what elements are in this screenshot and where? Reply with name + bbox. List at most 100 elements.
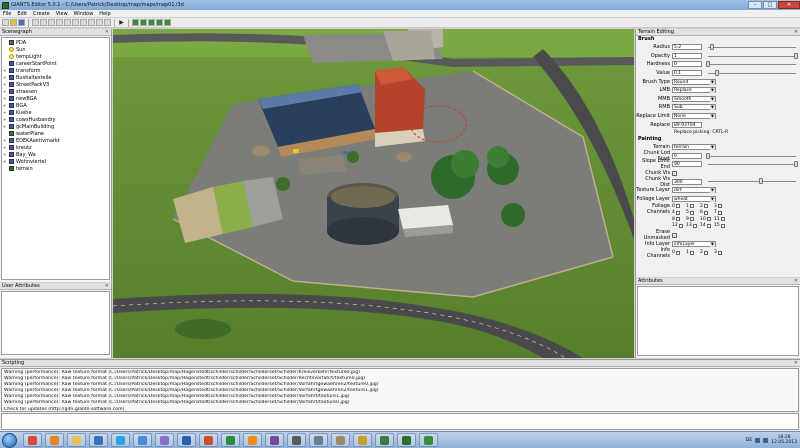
terrain-sculpt-icon[interactable] <box>132 19 139 26</box>
close-icon[interactable]: ✕ <box>794 278 800 284</box>
hardness-slider-knob[interactable] <box>706 61 710 68</box>
taskbar-app-button[interactable] <box>199 433 218 447</box>
scenegraph-item[interactable]: + Kuehe <box>2 109 109 116</box>
menu-window[interactable]: Window <box>71 11 97 17</box>
replace-input[interactable]: 89.93704 <box>672 121 702 128</box>
scale-icon[interactable] <box>104 19 111 26</box>
taskbar-app-button[interactable] <box>331 433 350 447</box>
channel-option[interactable]: 3 <box>714 249 728 256</box>
taskbar-app-button[interactable] <box>375 433 394 447</box>
value-slider[interactable] <box>708 69 796 76</box>
foliage-layer-select[interactable]: wheat <box>672 195 716 202</box>
radius-slider[interactable] <box>708 44 796 50</box>
menu-view[interactable]: View <box>53 11 71 17</box>
radius-slider-knob[interactable] <box>710 44 715 50</box>
channel-checkbox[interactable] <box>706 223 711 228</box>
minimize-button[interactable]: – <box>748 1 762 9</box>
volume-icon[interactable] <box>763 437 769 443</box>
scenegraph-item[interactable]: + BGA <box>2 102 109 109</box>
paste-icon[interactable] <box>64 19 71 26</box>
channel-checkbox[interactable] <box>689 210 694 215</box>
expand-icon[interactable]: + <box>3 68 8 73</box>
channel-checkbox[interactable] <box>717 250 722 255</box>
expand-icon[interactable]: + <box>3 82 8 87</box>
channel-checkbox[interactable] <box>720 217 725 222</box>
close-icon[interactable]: ✕ <box>105 283 111 289</box>
expand-icon[interactable]: + <box>3 138 8 143</box>
save-icon[interactable] <box>18 19 25 26</box>
delete-icon[interactable] <box>72 19 79 26</box>
expand-icon[interactable]: + <box>3 152 8 157</box>
channel-option[interactable]: 15 <box>714 223 728 230</box>
chunk-lod-start-input[interactable]: 0 <box>672 152 702 159</box>
network-icon[interactable] <box>755 437 761 443</box>
move-icon[interactable] <box>88 19 95 26</box>
menu-edit[interactable]: Edit <box>14 11 30 17</box>
close-icon[interactable]: ✕ <box>794 360 800 366</box>
info-layer-paint-icon[interactable] <box>164 19 171 26</box>
3d-viewport[interactable] <box>113 29 634 358</box>
lmb-select[interactable]: Replace <box>672 87 716 94</box>
maximize-button[interactable]: □ <box>763 1 777 9</box>
expand-icon[interactable]: + <box>3 145 8 150</box>
scenegraph-item[interactable]: waterPlane <box>2 130 109 137</box>
channel-option[interactable]: 1 <box>686 249 700 256</box>
channel-option[interactable]: 13 <box>686 223 700 230</box>
new-file-icon[interactable] <box>2 19 9 26</box>
taskbar-app-button[interactable] <box>177 433 196 447</box>
terrain-select[interactable]: terrain <box>672 144 716 151</box>
taskbar-app-button[interactable] <box>287 433 306 447</box>
expand-icon[interactable]: + <box>3 117 8 122</box>
select-icon[interactable] <box>80 19 87 26</box>
channel-option[interactable]: 2 <box>700 249 714 256</box>
channel-option[interactable]: 0 <box>672 249 686 256</box>
value-input[interactable]: 0.1 <box>672 70 702 77</box>
taskbar-app-button[interactable] <box>221 433 240 447</box>
scenegraph-item[interactable]: + Wohnviertel <box>2 158 109 165</box>
expand-icon[interactable]: + <box>3 159 8 164</box>
taskbar-app-button[interactable] <box>23 433 42 447</box>
close-button[interactable]: ✕ <box>778 1 800 9</box>
chunk-vis-checkbox[interactable]: ✓ <box>672 170 677 176</box>
chunk-vis-dist-input[interactable]: 300 <box>672 178 702 185</box>
chunk-lod-end-slider[interactable] <box>708 161 798 168</box>
taskbar-app-button[interactable] <box>89 433 108 447</box>
chunk-lod-start-slider-knob[interactable] <box>706 152 710 159</box>
hardness-slider[interactable] <box>706 61 796 68</box>
channel-checkbox[interactable] <box>720 223 725 228</box>
chunk-vis-dist-slider-knob[interactable] <box>758 178 763 185</box>
play-icon[interactable]: ▶ <box>118 19 125 26</box>
copy-icon[interactable] <box>56 19 63 26</box>
language-indicator[interactable]: DE <box>746 438 752 443</box>
channel-checkbox[interactable] <box>703 250 708 255</box>
expand-icon[interactable]: + <box>3 96 8 101</box>
undo-icon[interactable] <box>32 19 39 26</box>
scenegraph-tree[interactable]: PDA Sun tempLight careerStartPoint + transfor… <box>1 37 110 280</box>
script-input[interactable] <box>1 413 799 430</box>
opacity-slider-knob[interactable] <box>794 52 798 59</box>
taskbar-app-button[interactable] <box>309 433 328 447</box>
chunk-lod-end-slider-knob[interactable] <box>794 161 798 168</box>
taskbar-app-button[interactable] <box>67 433 86 447</box>
channel-checkbox[interactable] <box>675 250 680 255</box>
terrain-paint-icon[interactable] <box>148 19 155 26</box>
channel-checkbox[interactable] <box>706 217 711 222</box>
terrain-smooth-icon[interactable] <box>140 19 147 26</box>
clock[interactable]: 18:28 12.05.2013 <box>771 435 797 445</box>
scenegraph-item[interactable]: + newBGA <box>2 95 109 102</box>
channel-checkbox[interactable] <box>675 204 680 209</box>
channel-checkbox[interactable] <box>689 204 694 209</box>
channel-option[interactable]: 14 <box>700 223 714 230</box>
close-icon[interactable]: ✕ <box>105 29 111 35</box>
close-icon[interactable]: ✕ <box>794 29 800 35</box>
taskbar-app-button[interactable] <box>243 433 262 447</box>
redo-icon[interactable] <box>40 19 47 26</box>
cut-icon[interactable] <box>48 19 55 26</box>
taskbar-app-button[interactable] <box>133 433 152 447</box>
texture-layer-select[interactable]: dirt <box>672 187 716 194</box>
chunk-lod-end-input[interactable]: 90 <box>672 161 702 168</box>
foliage-paint-icon[interactable] <box>156 19 163 26</box>
expand-icon[interactable]: + <box>3 75 8 80</box>
scene-render[interactable] <box>113 29 634 358</box>
radius-input[interactable]: 5.2 <box>672 44 702 51</box>
